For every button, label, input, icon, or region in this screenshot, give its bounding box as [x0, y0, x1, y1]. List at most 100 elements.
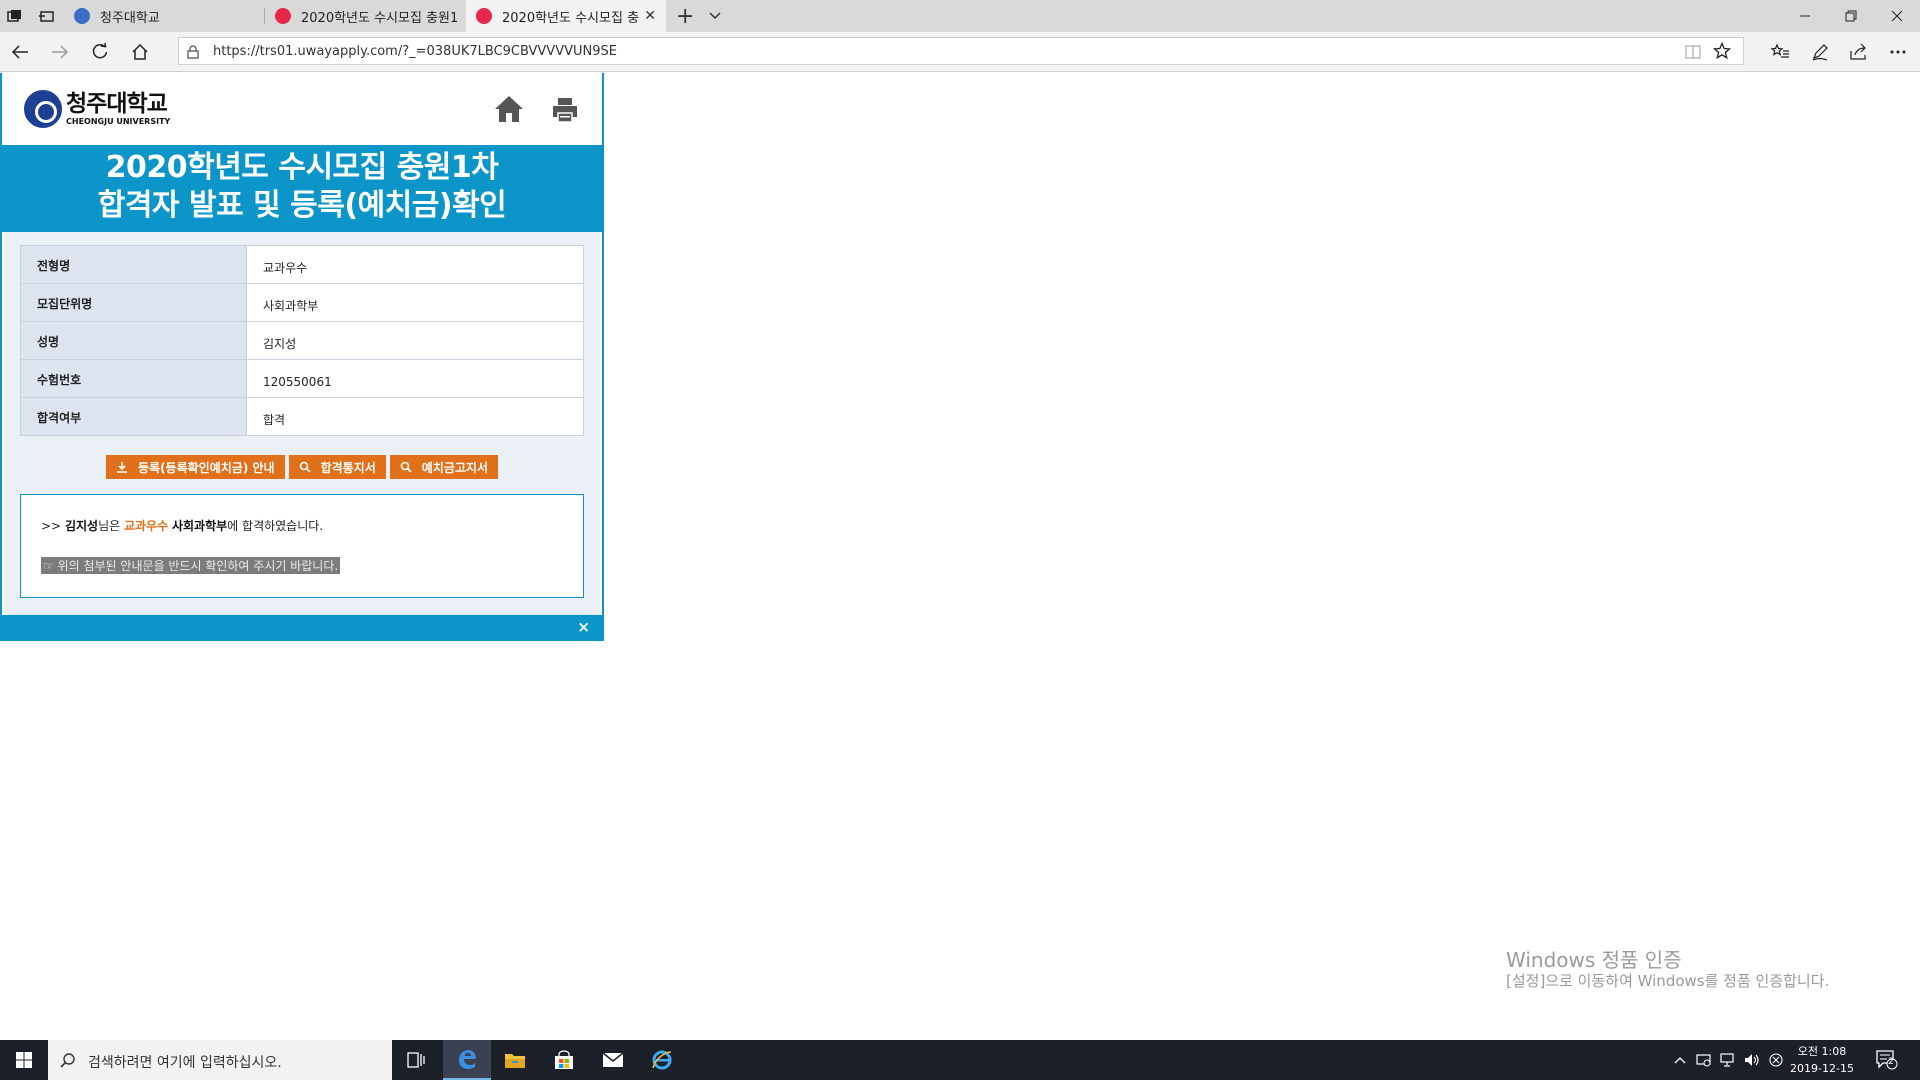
security-tray-icon[interactable]: [1696, 1052, 1712, 1068]
action-center-icon[interactable]: 2: [1876, 1050, 1898, 1074]
result-content: 전형명 교과우수 모집단위명 사회과학부 성명 김지성 수험번호 1205500…: [4, 232, 600, 615]
table-row: 전형명 교과우수: [20, 245, 584, 284]
clock-date: 2019-12-15: [1790, 1062, 1854, 1075]
search-icon: [299, 461, 311, 473]
more-options-icon[interactable]: [1888, 42, 1908, 62]
popup-footer: ×: [2, 615, 602, 641]
logo-english-name: CHEONGJU UNIVERSITY: [66, 117, 171, 126]
table-row: 모집단위명 사회과학부: [20, 283, 584, 322]
logo-korean-name: 청주대학교: [66, 91, 168, 117]
row-value: 사회과학부: [246, 283, 584, 322]
search-icon: [400, 461, 412, 473]
result-popup: 청주대학교 CHEONGJU UNIVERSITY 2020학년도 수시모집 충…: [0, 73, 604, 641]
taskbar: 검색하려면 여기에 입력하십시오. 오전 1:08 2019-12-15 2: [0, 1040, 1920, 1080]
button-label: 등록(등록확인예치금) 안내: [137, 460, 275, 475]
uway-favicon-icon: [275, 8, 291, 24]
close-window-icon[interactable]: [1874, 0, 1920, 32]
message-dept: 사회과학부: [171, 519, 228, 533]
network-icon[interactable]: [1720, 1052, 1736, 1068]
button-label: 합격통지서: [320, 460, 376, 475]
registration-guide-button[interactable]: 등록(등록확인예치금) 안내: [105, 455, 285, 479]
clock-time: 오전 1:08: [1797, 1045, 1847, 1058]
windows-start-icon[interactable]: [0, 1040, 48, 1080]
lock-icon: [187, 44, 199, 63]
action-buttons: 등록(등록확인예치금) 안내 합격통지서 예치금고지서: [4, 455, 600, 479]
search-icon: [60, 1052, 76, 1072]
message-mid: 님은: [98, 519, 124, 533]
button-label: 예치금고지서: [421, 460, 489, 475]
attachment-notice: ☞ 위의 첨부된 안내문을 반드시 확인하여 주시기 바랍니다.: [41, 557, 341, 574]
row-label: 모집단위명: [20, 283, 247, 322]
taskbar-clock[interactable]: 오전 1:08 2019-12-15: [1790, 1043, 1854, 1077]
store-icon[interactable]: [540, 1040, 588, 1080]
favorite-star-icon[interactable]: [1712, 41, 1732, 64]
taskbar-search-input[interactable]: 검색하려면 여기에 입력하십시오.: [48, 1040, 392, 1080]
activation-watermark-title: Windows 정품 인증: [1506, 948, 1682, 972]
new-tab-icon[interactable]: +: [676, 4, 694, 29]
back-arrow-icon[interactable]: [10, 42, 30, 62]
search-placeholder: 검색하려면 여기에 입력하십시오.: [88, 1055, 282, 1071]
university-logo: 청주대학교 CHEONGJU UNIVERSITY: [24, 87, 170, 131]
title-line-1: 2020학년도 수시모집 충원1차: [105, 150, 499, 185]
home-icon[interactable]: [130, 42, 150, 62]
set-aside-tabs-icon[interactable]: [38, 7, 56, 25]
internet-explorer-icon[interactable]: [638, 1040, 686, 1080]
browser-tab-bar: 청주대학교 2020학년도 수시모집 충원1 2020학년도 수시모집 충 ✕ …: [0, 0, 1920, 32]
home-icon[interactable]: [494, 95, 524, 127]
row-label: 합격여부: [20, 397, 247, 436]
tab-admission-2-active[interactable]: 2020학년도 수시모집 충 ✕: [466, 0, 666, 32]
reading-view-icon[interactable]: [1685, 44, 1701, 63]
table-row: 합격여부 합격: [20, 397, 584, 436]
volume-icon[interactable]: [1744, 1052, 1760, 1068]
tab-admission-1[interactable]: 2020학년도 수시모집 충원1: [265, 0, 465, 32]
page-title: 2020학년도 수시모집 충원1차 합격자 발표 및 등록(예치금)확인: [2, 145, 602, 232]
browser-toolbar: https://trs01.uwayapply.com/?_=038UK7LBC…: [0, 32, 1920, 72]
file-explorer-icon[interactable]: [491, 1040, 539, 1080]
row-value: 120550061: [246, 359, 584, 398]
applicant-info-table: 전형명 교과우수 모집단위명 사회과학부 성명 김지성 수험번호 1205500…: [20, 245, 584, 436]
share-icon[interactable]: [1848, 42, 1868, 62]
close-tab-icon[interactable]: ✕: [644, 8, 656, 24]
print-icon[interactable]: [552, 97, 578, 127]
close-popup-icon[interactable]: ×: [577, 618, 590, 636]
tab-title: 2020학년도 수시모집 충원1: [301, 10, 459, 26]
result-message: >> 김지성님은 교과우수 사회과학부에 합격하였습니다.: [41, 517, 323, 534]
row-label: 성명: [20, 321, 247, 360]
row-value: 합격: [246, 397, 584, 436]
chevron-down-icon[interactable]: [708, 7, 722, 26]
row-value: 교과우수: [246, 245, 584, 284]
url-text: https://trs01.uwayapply.com/?_=038UK7LBC…: [213, 44, 617, 59]
notification-count: 2: [1888, 1057, 1894, 1067]
table-row: 성명 김지성: [20, 321, 584, 360]
forward-arrow-icon[interactable]: [50, 42, 70, 62]
university-emblem-icon: [24, 90, 62, 128]
activation-watermark-text: [설정]으로 이동하여 Windows를 정품 인증합니다.: [1506, 972, 1830, 990]
show-hidden-icons-icon[interactable]: [1672, 1052, 1688, 1068]
refresh-icon[interactable]: [90, 42, 110, 62]
restore-icon[interactable]: [1828, 0, 1874, 32]
mail-icon[interactable]: [589, 1040, 637, 1080]
result-message-box: >> 김지성님은 교과우수 사회과학부에 합격하였습니다. ☞ 위의 첨부된 안…: [20, 494, 584, 598]
message-name: 김지성: [64, 519, 99, 533]
message-suffix: 에 합격하였습니다.: [227, 519, 324, 533]
uway-favicon-icon: [476, 8, 492, 24]
download-icon: [116, 461, 128, 473]
message-prefix: >>: [41, 519, 65, 533]
task-view-icon[interactable]: [392, 1040, 440, 1080]
acceptance-letter-button[interactable]: 합격통지서: [288, 455, 386, 479]
minimize-icon[interactable]: [1782, 0, 1828, 32]
web-note-pen-icon[interactable]: [1810, 42, 1830, 62]
tab-title: 청주대학교: [100, 10, 160, 26]
favorites-hub-icon[interactable]: [1770, 42, 1790, 62]
university-favicon-icon: [74, 8, 90, 24]
edge-browser-icon[interactable]: [443, 1040, 491, 1080]
tab-title: 2020학년도 수시모집 충: [502, 10, 640, 26]
tab-cheongju[interactable]: 청주대학교: [64, 0, 264, 32]
tab-actions-icon[interactable]: [6, 7, 24, 25]
row-value: 김지성: [246, 321, 584, 360]
ime-mode-icon[interactable]: [1768, 1052, 1784, 1068]
row-label: 전형명: [20, 245, 247, 284]
deposit-notice-button[interactable]: 예치금고지서: [389, 455, 499, 479]
address-bar[interactable]: https://trs01.uwayapply.com/?_=038UK7LBC…: [178, 37, 1744, 65]
popup-header: 청주대학교 CHEONGJU UNIVERSITY: [2, 73, 602, 145]
